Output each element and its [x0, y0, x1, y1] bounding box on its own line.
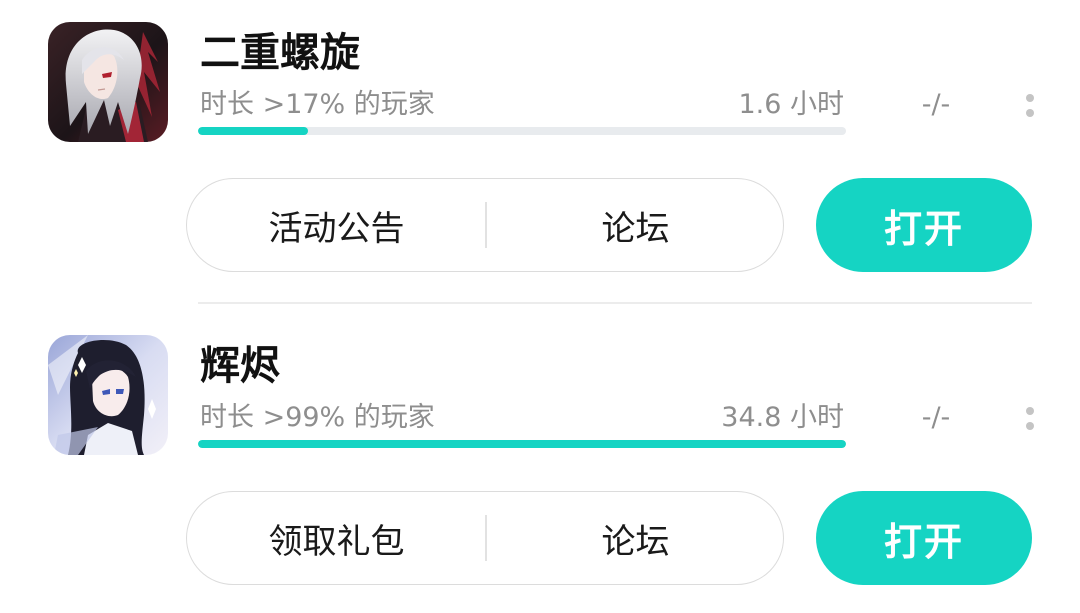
game-title: 二重螺旋	[200, 30, 360, 76]
playtime-progress-fill	[198, 127, 309, 135]
playtime-progress-bar	[198, 440, 846, 448]
action-button-group: 领取礼包 论坛	[186, 491, 784, 585]
open-game-button[interactable]: 打开	[816, 178, 1032, 272]
forum-button[interactable]: 论坛	[486, 492, 785, 584]
game-icon[interactable]	[48, 335, 168, 455]
game-icon[interactable]	[48, 22, 168, 142]
action-button-group: 活动公告 论坛	[186, 178, 784, 272]
open-game-button[interactable]: 打开	[816, 491, 1032, 585]
more-options-icon[interactable]	[1010, 399, 1046, 439]
game-title: 辉烬	[200, 343, 280, 389]
rating-score: -/-	[921, 402, 951, 433]
game-card: 二重螺旋 时长 >17% 的玩家 1.6 小时 -/- 活动公告 论坛 打开	[0, 0, 1080, 304]
playtime-progress-fill	[198, 440, 846, 448]
forum-button[interactable]: 论坛	[486, 179, 785, 271]
claim-gift-button[interactable]: 领取礼包	[187, 492, 486, 584]
playtime-progress-bar	[198, 127, 846, 135]
event-notice-button[interactable]: 活动公告	[187, 179, 486, 271]
playtime-percentile: 时长 >99% 的玩家	[200, 402, 435, 433]
playtime-hours: 1.6 小时	[738, 89, 844, 120]
playtime-hours: 34.8 小时	[721, 402, 844, 433]
section-divider	[198, 302, 1032, 304]
more-options-icon[interactable]	[1010, 86, 1046, 126]
playtime-percentile: 时长 >17% 的玩家	[200, 89, 435, 120]
rating-score: -/-	[921, 89, 951, 120]
game-card: 辉烬 时长 >99% 的玩家 34.8 小时 -/- 领取礼包 论坛 打开	[0, 313, 1080, 613]
